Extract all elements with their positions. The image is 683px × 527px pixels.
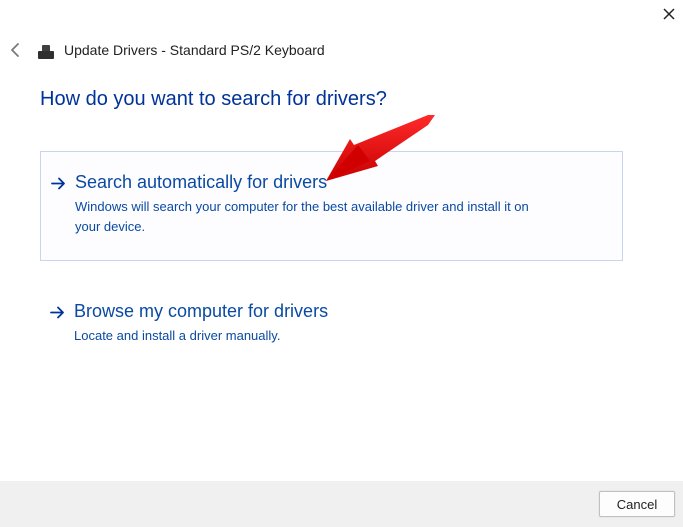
title-wrap: Update Drivers - Standard PS/2 Keyboard bbox=[38, 41, 325, 59]
arrow-right-icon bbox=[50, 305, 65, 325]
update-drivers-window: Update Drivers - Standard PS/2 Keyboard … bbox=[0, 0, 683, 527]
option-auto-desc: Windows will search your computer for th… bbox=[75, 197, 545, 236]
option-browse-title: Browse my computer for drivers bbox=[74, 301, 599, 322]
option-search-automatically[interactable]: Search automatically for drivers Windows… bbox=[40, 151, 623, 261]
keyboard-device-icon bbox=[38, 41, 54, 59]
question-heading: How do you want to search for drivers? bbox=[40, 88, 623, 111]
arrow-right-icon bbox=[51, 176, 66, 196]
header: Update Drivers - Standard PS/2 Keyboard bbox=[4, 38, 679, 62]
window-title: Update Drivers - Standard PS/2 Keyboard bbox=[64, 42, 325, 58]
cancel-button[interactable]: Cancel bbox=[599, 491, 675, 517]
back-arrow-icon bbox=[9, 43, 23, 57]
close-icon bbox=[663, 8, 675, 20]
option-browse-computer[interactable]: Browse my computer for drivers Locate an… bbox=[40, 281, 623, 370]
footer: Cancel bbox=[0, 481, 683, 527]
option-browse-desc: Locate and install a driver manually. bbox=[74, 326, 544, 346]
close-button[interactable] bbox=[659, 4, 679, 24]
cancel-button-label: Cancel bbox=[617, 497, 657, 512]
back-button[interactable] bbox=[4, 38, 28, 62]
content-area: How do you want to search for drivers? S… bbox=[40, 88, 623, 370]
option-auto-title: Search automatically for drivers bbox=[75, 172, 598, 193]
